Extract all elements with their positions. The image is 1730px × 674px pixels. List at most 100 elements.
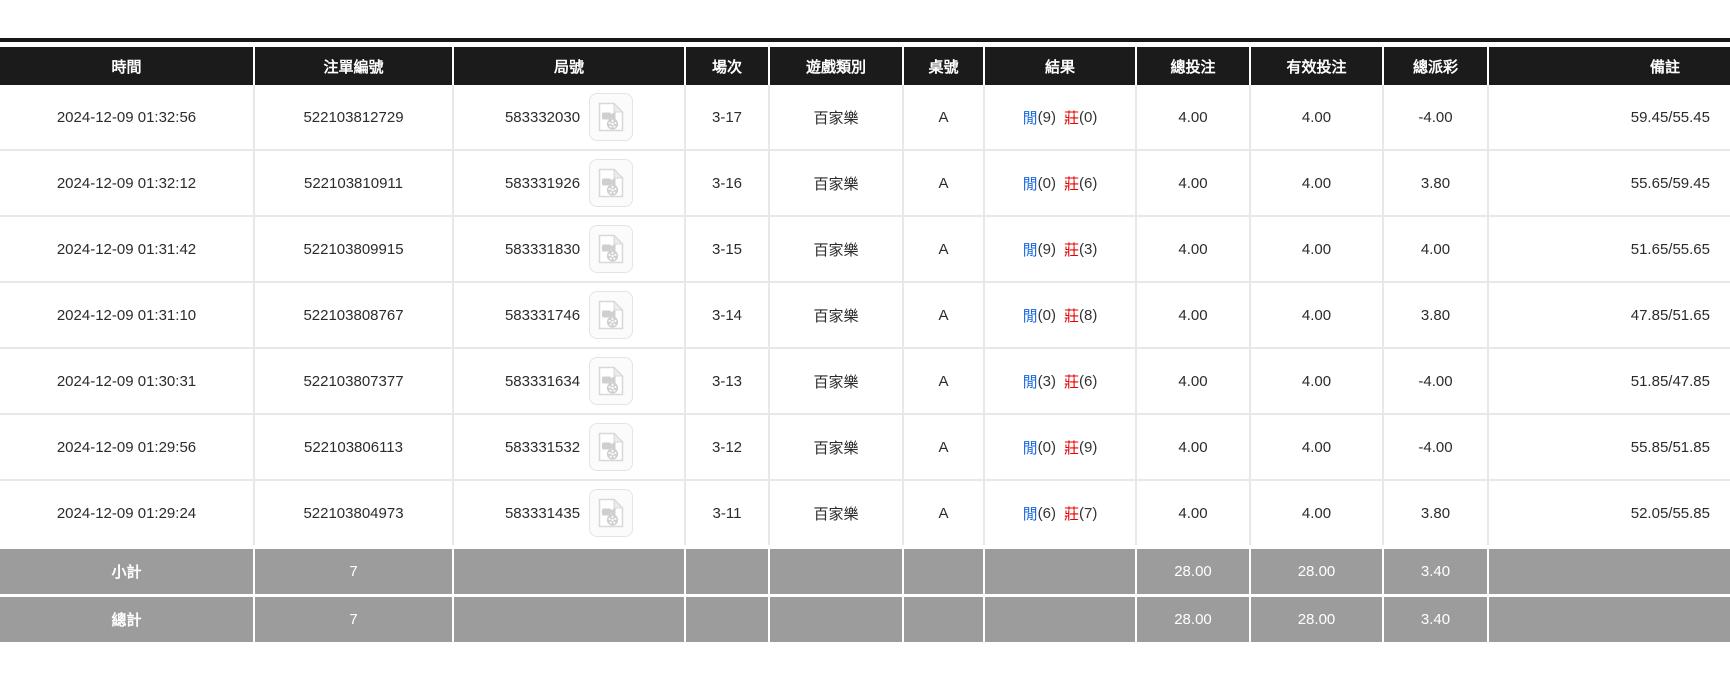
table-no-cell: A [904, 151, 983, 215]
result-cell: 閒 (0) 莊 (9) [985, 415, 1135, 479]
col-header-table-no: 桌號 [904, 47, 983, 85]
game-type-cell: 百家樂 [770, 415, 902, 479]
video-replay-button[interactable] [589, 159, 634, 207]
bet-id-cell: 522103808767 [255, 283, 452, 347]
total-total-bet: 28.00 [1137, 597, 1249, 642]
session-cell: 3-13 [686, 349, 768, 413]
valid-bet-cell: 4.00 [1251, 283, 1382, 347]
table-row: 2024-12-09 01:31:42 522103809915 5833318… [0, 217, 1730, 283]
result-cell: 閒 (9) 莊 (0) [985, 85, 1135, 149]
col-header-bet-id: 注單編號 [255, 47, 452, 85]
subtotal-empty-result [985, 549, 1135, 594]
remark-cell: 52.05/55.85 [1489, 481, 1730, 545]
round-number: 583331532 [504, 438, 581, 456]
video-replay-button[interactable] [589, 291, 634, 339]
player-result-label: 閒 [1022, 439, 1038, 457]
table-row: 2024-12-09 01:30:31 522103807377 5833316… [0, 349, 1730, 415]
table-row: 2024-12-09 01:32:12 522103810911 5833319… [0, 151, 1730, 217]
video-file-icon [598, 102, 624, 132]
col-header-session: 場次 [686, 47, 768, 85]
remark-cell: 51.85/47.85 [1489, 349, 1730, 413]
total-bet-cell: 4.00 [1137, 349, 1249, 413]
remark-cell: 47.85/51.65 [1489, 283, 1730, 347]
total-bet-cell: 4.00 [1137, 283, 1249, 347]
bet-id-cell: 522103810911 [255, 151, 452, 215]
table-body: 2024-12-09 01:32:56 522103812729 5833320… [0, 85, 1730, 545]
game-type-cell: 百家樂 [770, 481, 902, 545]
bet-id-cell: 522103804973 [255, 481, 452, 545]
col-header-total-bet: 總投注 [1137, 47, 1249, 85]
player-result-label: 閒 [1022, 373, 1038, 391]
result-cell: 閒 (0) 莊 (6) [985, 151, 1135, 215]
remark-cell: 55.65/59.45 [1489, 151, 1730, 215]
banker-result-value: (9) [1079, 438, 1098, 456]
col-header-remark: 備註 [1489, 47, 1730, 85]
time-cell: 2024-12-09 01:31:10 [0, 283, 253, 347]
round-number: 583331830 [504, 240, 581, 258]
video-replay-button[interactable] [589, 93, 634, 141]
valid-bet-cell: 4.00 [1251, 217, 1382, 281]
total-payout-cell: -4.00 [1384, 85, 1487, 149]
bet-records-page: 時間 注單編號 局號 場次 遊戲類別 桌號 結果 總投注 有效投注 總派彩 備註… [0, 38, 1730, 642]
video-file-icon [598, 300, 624, 330]
subtotal-empty-session [686, 549, 768, 594]
subtotal-total-bet: 28.00 [1137, 549, 1249, 594]
subtotal-empty-table-no [904, 549, 983, 594]
video-replay-button[interactable] [589, 489, 634, 537]
total-empty-session [686, 597, 768, 642]
time-cell: 2024-12-09 01:30:31 [0, 349, 253, 413]
video-replay-button[interactable] [589, 225, 634, 273]
table-no-cell: A [904, 85, 983, 149]
table-no-cell: A [904, 349, 983, 413]
player-result-label: 閒 [1022, 241, 1038, 259]
result-cell: 閒 (0) 莊 (8) [985, 283, 1135, 347]
session-cell: 3-11 [686, 481, 768, 545]
total-payout-cell: 3.80 [1384, 151, 1487, 215]
time-cell: 2024-12-09 01:32:56 [0, 85, 253, 149]
total-payout-cell: -4.00 [1384, 415, 1487, 479]
session-cell: 3-17 [686, 85, 768, 149]
round-cell: 583331926 [454, 151, 684, 215]
banker-result-value: (7) [1079, 504, 1098, 522]
remark-cell: 59.45/55.45 [1489, 85, 1730, 149]
time-cell: 2024-12-09 01:29:24 [0, 481, 253, 545]
total-payout-cell: 3.80 [1384, 481, 1487, 545]
col-header-round: 局號 [454, 47, 684, 85]
total-bet-cell: 4.00 [1137, 217, 1249, 281]
subtotal-empty-round [454, 549, 684, 594]
player-result-value: (0) [1037, 306, 1056, 324]
round-cell: 583331634 [454, 349, 684, 413]
video-file-icon [598, 366, 624, 396]
total-row: 總計 7 28.00 28.00 3.40 [0, 597, 1730, 642]
banker-result-value: (0) [1079, 108, 1098, 126]
col-header-total-payout: 總派彩 [1384, 47, 1487, 85]
total-empty-result [985, 597, 1135, 642]
bet-id-cell: 522103806113 [255, 415, 452, 479]
col-header-result: 結果 [985, 47, 1135, 85]
valid-bet-cell: 4.00 [1251, 151, 1382, 215]
total-empty-remark [1489, 597, 1730, 642]
video-replay-button[interactable] [589, 423, 634, 471]
player-result-value: (0) [1037, 438, 1056, 456]
player-result-value: (9) [1037, 108, 1056, 126]
bet-id-cell: 522103807377 [255, 349, 452, 413]
game-type-cell: 百家樂 [770, 217, 902, 281]
valid-bet-cell: 4.00 [1251, 415, 1382, 479]
total-payout-cell: -4.00 [1384, 349, 1487, 413]
table-no-cell: A [904, 283, 983, 347]
total-bet-count: 7 [255, 597, 452, 642]
bet-id-cell: 522103809915 [255, 217, 452, 281]
banker-result-label: 莊 [1064, 241, 1080, 259]
result-cell: 閒 (9) 莊 (3) [985, 217, 1135, 281]
top-divider-line [0, 38, 1730, 42]
round-cell: 583331532 [454, 415, 684, 479]
video-file-icon [598, 498, 624, 528]
video-replay-button[interactable] [589, 357, 634, 405]
round-number: 583332030 [504, 108, 581, 126]
total-bet-cell: 4.00 [1137, 415, 1249, 479]
table-row: 2024-12-09 01:29:56 522103806113 5833315… [0, 415, 1730, 481]
session-cell: 3-12 [686, 415, 768, 479]
table-row: 2024-12-09 01:31:10 522103808767 5833317… [0, 283, 1730, 349]
video-file-icon [598, 168, 624, 198]
banker-result-value: (3) [1079, 240, 1098, 258]
